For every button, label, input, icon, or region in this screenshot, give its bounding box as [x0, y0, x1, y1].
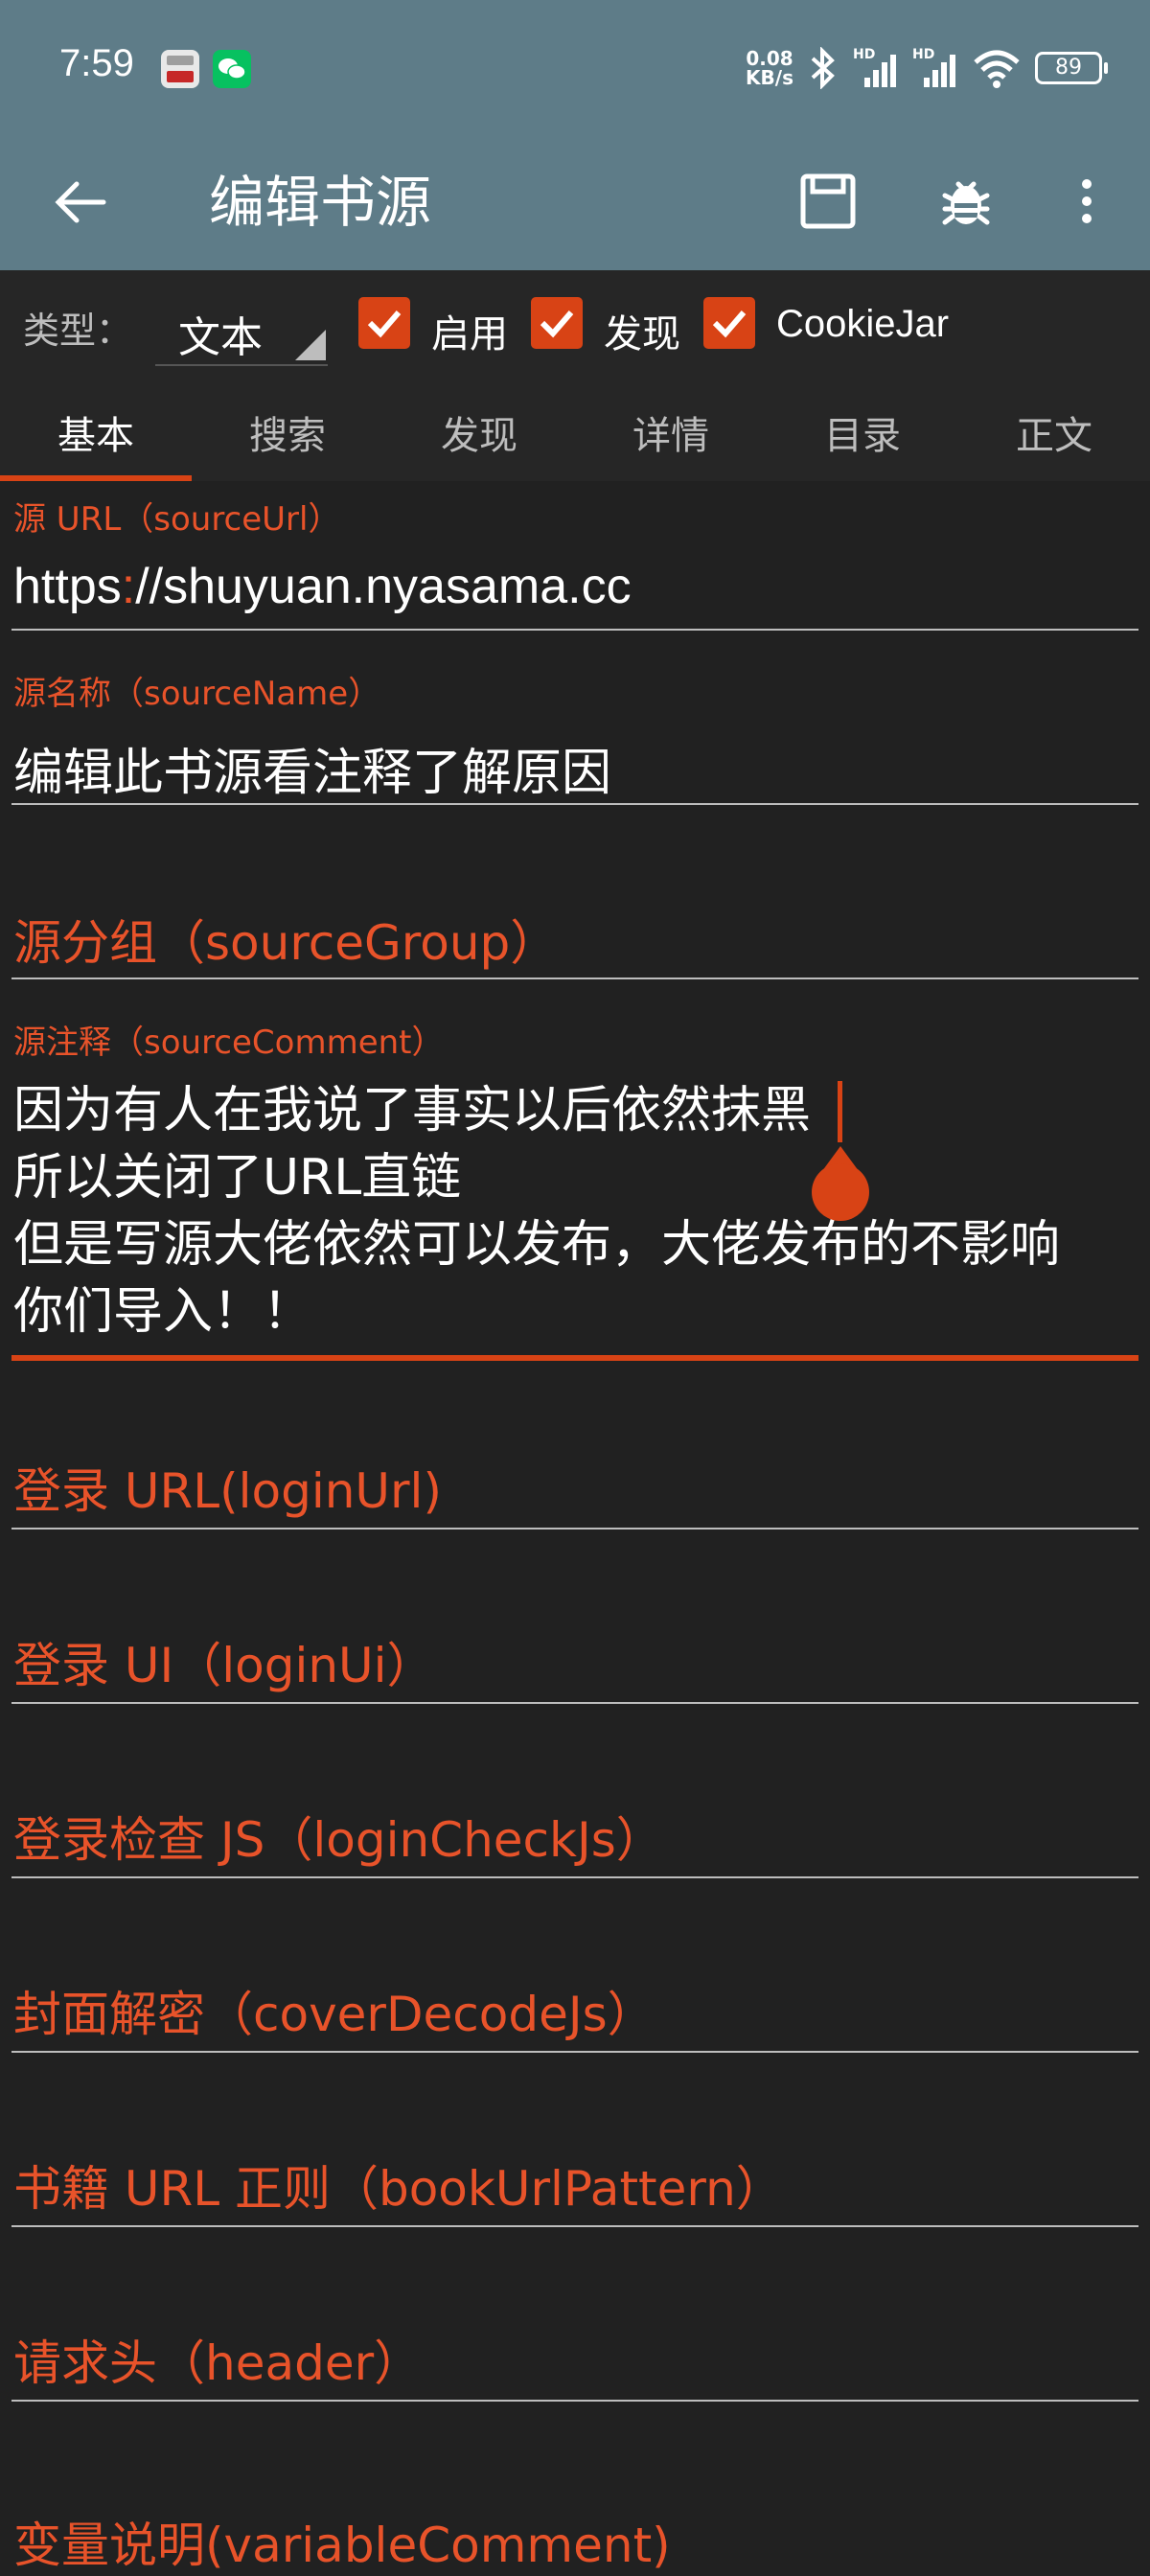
- arrow-left-icon[interactable]: [48, 169, 115, 236]
- network-speed-unit: KB/s: [746, 66, 794, 89]
- wechat-notification-icon: [213, 50, 251, 88]
- save-icon[interactable]: [794, 167, 862, 236]
- source-comment-line-4: 你们导入！！: [13, 1283, 313, 1341]
- source-url-value-scheme: https: [13, 559, 122, 614]
- source-url-label: 源 URL（sourceUrl）: [13, 500, 341, 539]
- tab-discover[interactable]: 发现: [383, 404, 575, 460]
- header-underline: [12, 2400, 1138, 2402]
- source-url-value-rest: //shuyuan.nyasama.cc: [135, 559, 632, 614]
- login-url-hint: 登录 URL(loginUrl): [13, 1463, 442, 1519]
- signal-2-icon: HD: [912, 47, 958, 89]
- login-url-field[interactable]: 登录 URL(loginUrl): [12, 1378, 1138, 1531]
- tab-detail[interactable]: 详情: [575, 404, 767, 460]
- network-speed: 0.08 KB/s: [746, 49, 794, 87]
- reader-app-notification-icon: [161, 50, 199, 88]
- tab-search[interactable]: 搜索: [192, 404, 383, 460]
- cover-decode-js-field[interactable]: 封面解密（coverDecodeJs）: [12, 1901, 1138, 2055]
- status-clock: 7:59: [59, 42, 134, 84]
- source-name-field[interactable]: 源名称（sourceName） 编辑此书源看注释了解原因: [12, 656, 1138, 809]
- source-comment-label: 源注释（sourceComment）: [13, 1024, 445, 1062]
- source-comment-underline: [12, 1355, 1138, 1361]
- login-ui-underline: [12, 1702, 1138, 1704]
- network-speed-value: 0.08: [746, 47, 794, 70]
- signal-1-icon: HD: [853, 47, 899, 89]
- tab-bar: 基本 搜索 发现 详情 目录 正文: [0, 378, 1150, 481]
- checkmark-icon: [712, 310, 747, 338]
- checkmark-icon: [540, 310, 574, 338]
- book-url-pattern-underline: [12, 2225, 1138, 2227]
- source-url-value[interactable]: https://shuyuan.nyasama.cc: [13, 558, 632, 615]
- status-bar: 7:59 0.08 KB/s HD HD 89: [0, 0, 1150, 134]
- battery-indicator: 89: [1035, 52, 1108, 84]
- variable-comment-hint: 变量说明(variableComment): [13, 2518, 671, 2573]
- type-dropdown[interactable]: 文本: [155, 282, 328, 366]
- source-group-field[interactable]: 源分组（sourceGroup）: [12, 830, 1138, 983]
- wifi-icon: [974, 50, 1020, 88]
- login-ui-field[interactable]: 登录 UI（loginUi）: [12, 1552, 1138, 1706]
- tab-basic[interactable]: 基本: [0, 404, 192, 460]
- type-dropdown-value: 文本: [178, 313, 263, 362]
- login-check-js-underline: [12, 1876, 1138, 1878]
- source-group-underline: [12, 978, 1138, 979]
- tab-toc[interactable]: 目录: [767, 404, 958, 460]
- source-url-underline: [12, 629, 1138, 631]
- enabled-checkbox[interactable]: [358, 297, 410, 349]
- dropdown-arrow-icon: [295, 330, 326, 360]
- source-comment-line-2: 所以关闭了URL直链: [13, 1149, 462, 1207]
- discover-checkbox[interactable]: [531, 297, 583, 349]
- bluetooth-icon: [811, 47, 835, 89]
- tab-content[interactable]: 正文: [958, 404, 1150, 460]
- cursor-handle[interactable]: [812, 1163, 869, 1221]
- app-toolbar: 编辑书源: [0, 134, 1150, 270]
- book-url-pattern-hint: 书籍 URL 正则（bookUrlPattern）: [13, 2161, 784, 2217]
- source-name-underline: [12, 803, 1138, 805]
- login-url-underline: [12, 1528, 1138, 1530]
- cookiejar-checkbox[interactable]: [703, 297, 755, 349]
- source-url-field[interactable]: 源 URL（sourceUrl） https://shuyuan.nyasama…: [12, 481, 1138, 634]
- header-field[interactable]: 请求头（header）: [12, 2250, 1138, 2404]
- more-vert-icon[interactable]: [1052, 167, 1121, 236]
- cookiejar-label: CookieJar: [776, 303, 950, 345]
- cover-decode-js-hint: 封面解密（coverDecodeJs）: [13, 1987, 656, 2042]
- variable-comment-field[interactable]: 变量说明(variableComment): [12, 2425, 1138, 2573]
- source-comment-line-1: 因为有人在我说了事实以后依然抹黑: [13, 1082, 812, 1139]
- enabled-label: 启用: [431, 312, 508, 356]
- text-cursor: [838, 1081, 842, 1142]
- signal-2-label: HD: [912, 47, 935, 62]
- checkmark-icon: [367, 310, 402, 338]
- source-type-row: 类型： 文本 启用 发现 CookieJar: [0, 270, 1150, 378]
- signal-1-label: HD: [853, 47, 876, 62]
- header-hint: 请求头（header）: [13, 2335, 423, 2391]
- page-title: 编辑书源: [209, 170, 432, 235]
- discover-label: 发现: [604, 312, 680, 356]
- login-ui-hint: 登录 UI（loginUi）: [13, 1638, 435, 1693]
- source-comment-field[interactable]: 源注释（sourceComment） 因为有人在我说了事实以后依然抹黑 所以关闭…: [12, 1004, 1138, 1368]
- type-label: 类型：: [23, 310, 133, 352]
- login-check-js-hint: 登录检查 JS（loginCheckJs）: [13, 1812, 664, 1868]
- source-group-hint: 源分组（sourceGroup）: [13, 915, 559, 971]
- login-check-js-field[interactable]: 登录检查 JS（loginCheckJs）: [12, 1727, 1138, 1880]
- source-url-value-colon: :: [121, 559, 136, 614]
- source-comment-line-3: 但是写源大佬依然可以发布，大佬发布的不影响: [13, 1216, 1061, 1274]
- status-indicators: 0.08 KB/s HD HD 89: [746, 44, 1108, 92]
- cover-decode-js-underline: [12, 2051, 1138, 2053]
- source-name-label: 源名称（sourceName）: [13, 675, 381, 713]
- source-name-value[interactable]: 编辑此书源看注释了解原因: [13, 732, 611, 804]
- bug-icon[interactable]: [932, 167, 1000, 236]
- book-url-pattern-field[interactable]: 书籍 URL 正则（bookUrlPattern）: [12, 2076, 1138, 2229]
